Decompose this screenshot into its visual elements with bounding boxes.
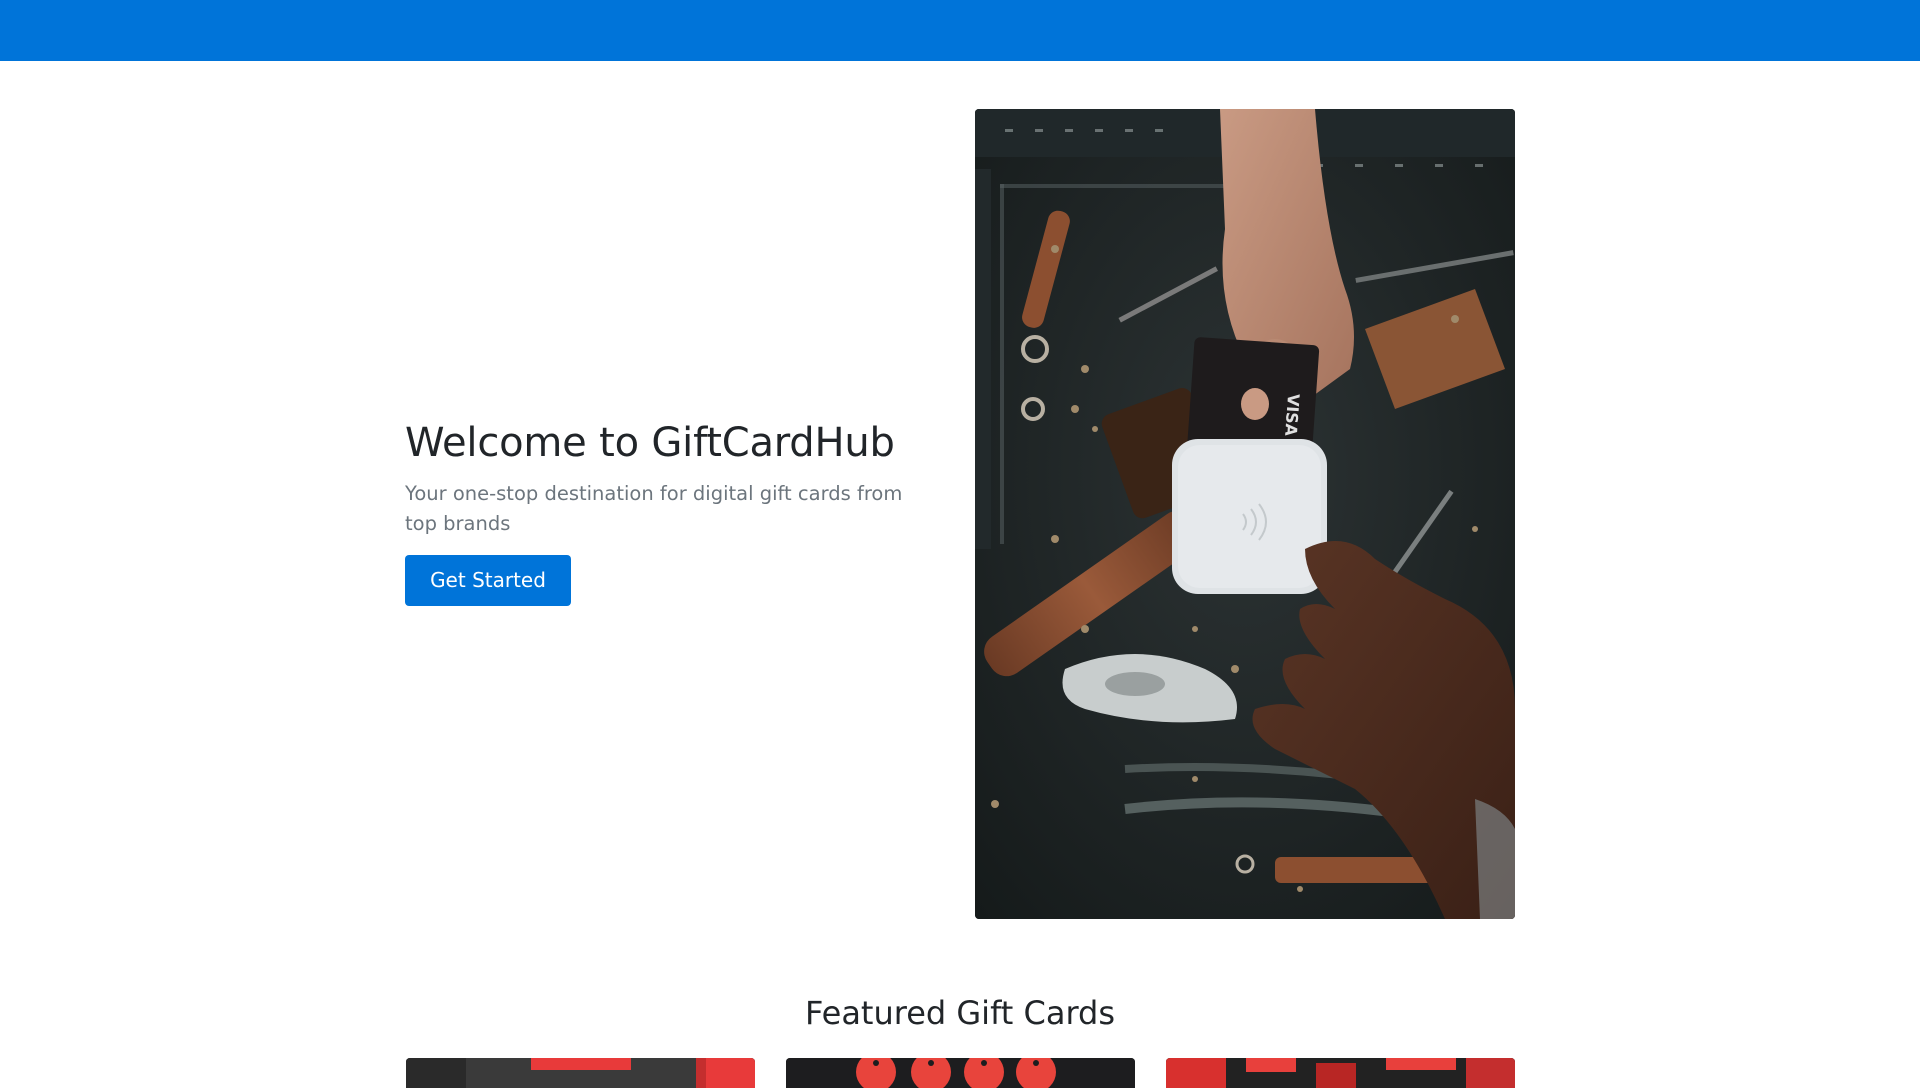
gift-card-thumbnail[interactable]	[786, 1058, 1135, 1088]
gift-card-thumbnail[interactable]	[1166, 1058, 1515, 1088]
gift-card-image-icon	[1166, 1058, 1515, 1088]
featured-gift-cards-title: Featured Gift Cards	[804, 994, 1116, 1032]
hero-text-block: Welcome to GiftCardHub Your one-stop des…	[405, 419, 945, 606]
hero-section: Welcome to GiftCardHub Your one-stop des…	[0, 61, 1920, 980]
hero-subtitle: Your one-stop destination for digital gi…	[405, 482, 903, 535]
get-started-button[interactable]: Get Started	[405, 555, 571, 606]
gift-card-thumbnail[interactable]	[406, 1058, 755, 1088]
hero-image: VISA	[975, 109, 1515, 919]
payment-terminal-photo-icon: VISA	[975, 109, 1515, 919]
gift-card-image-icon	[786, 1058, 1135, 1088]
gift-card-image-icon	[406, 1058, 755, 1088]
hero-title: Welcome to GiftCardHub	[405, 420, 895, 466]
top-navbar	[0, 0, 1920, 61]
svg-text:VISA: VISA	[1281, 393, 1303, 437]
